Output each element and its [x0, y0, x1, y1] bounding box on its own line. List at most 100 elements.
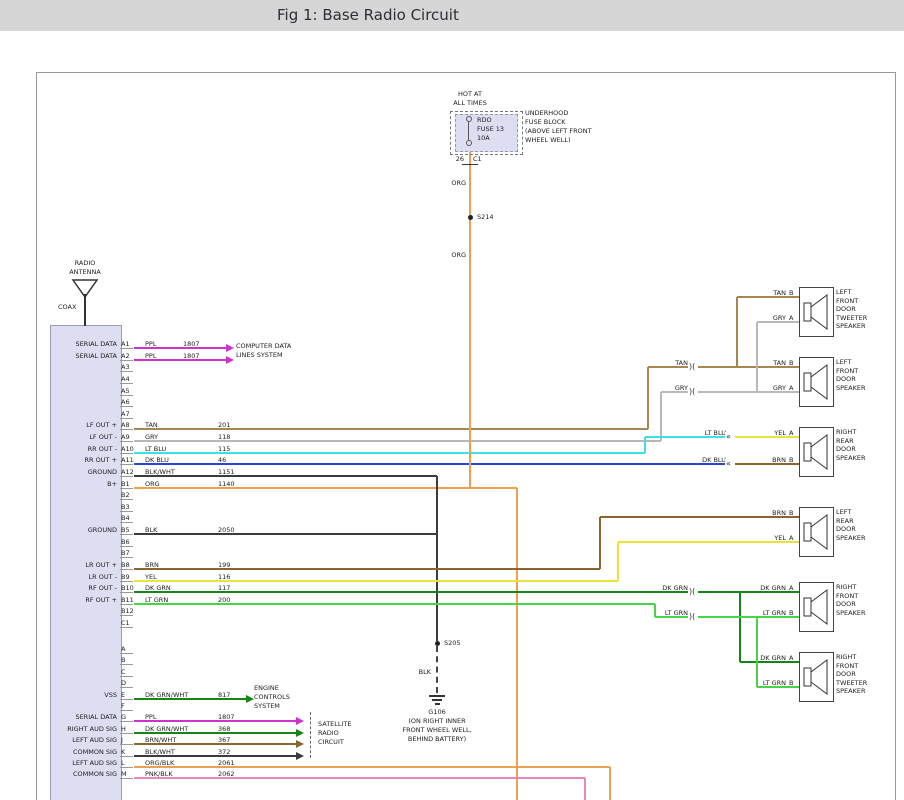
speaker-pin-label: B: [789, 456, 793, 465]
wire-segment: [584, 778, 586, 800]
wire-color-label: LT BLU: [682, 429, 726, 438]
wire-color-label: DK BLU: [682, 456, 726, 465]
wire-color-label: ORG: [436, 179, 466, 188]
pin-label: A1: [121, 340, 130, 349]
connector-left-label: LR OUT +: [36, 561, 117, 570]
destination-label: COMPUTER DATA: [236, 342, 291, 351]
coax-label: COAX: [58, 303, 76, 312]
splice-dot: [468, 215, 473, 220]
speaker-box: [799, 357, 834, 407]
wire-color-label: GRY: [746, 314, 786, 323]
speaker-name-line: REAR: [836, 437, 854, 446]
speaker-icon: [800, 653, 833, 701]
connector-left-label: SERIAL DATA: [36, 713, 117, 722]
speaker-icon: [800, 428, 833, 476]
speaker-name-line: DOOR: [836, 375, 856, 384]
wire-color-label: DK GRN: [644, 584, 688, 593]
connector-left-label: GROUND: [36, 468, 117, 477]
connector-left-label: SERIAL DATA: [36, 340, 117, 349]
pin-label: A8: [121, 421, 130, 430]
wire-color-label: BLK: [395, 668, 431, 677]
speaker-name-line: SPEAKER: [836, 687, 866, 696]
satellite-box-dashed-edge: [310, 712, 311, 758]
wire-color-label: ORG: [436, 251, 466, 260]
connector-left-label: B+: [36, 480, 117, 489]
speaker-name-line: TWEETER: [836, 679, 867, 688]
wire-segment: [436, 476, 438, 641]
wire-color-label: LT GRN: [746, 679, 786, 688]
pin-label: B12: [121, 607, 134, 616]
speaker-name-line: DOOR: [836, 445, 856, 454]
speaker-icon: [800, 508, 833, 556]
fuse-label: FUSE 13: [477, 125, 504, 134]
hot-at-all-times-label: HOT AT: [438, 90, 502, 99]
fuse-label: RDO: [477, 116, 492, 125]
speaker-name-line: FRONT: [836, 662, 858, 671]
wire-segment: [134, 603, 655, 605]
connector-left-label: RR OUT +: [36, 456, 117, 465]
pin-label: A3: [121, 363, 130, 372]
wire-color-label: GRY: [746, 384, 786, 393]
pin-label: H: [121, 725, 126, 734]
wire-segment: [756, 617, 758, 687]
speaker-name-line: DOOR: [836, 525, 856, 534]
speaker-name-line: LEFT: [836, 358, 851, 367]
wire-color-label: GRY: [644, 384, 688, 393]
wire-segment: [134, 743, 296, 745]
connector-left-label: LF OUT -: [36, 433, 117, 442]
hot-at-all-times-label: ALL TIMES: [438, 99, 502, 108]
wire-segment: [134, 347, 226, 349]
connector-left-label: LR OUT -: [36, 573, 117, 582]
fuse-connector-label: C1: [473, 155, 482, 164]
pin-label: A2: [121, 352, 130, 361]
antenna-label: ANTENNA: [55, 268, 115, 277]
speaker-pin-label: A: [789, 534, 793, 543]
speaker-name-line: SPEAKER: [836, 322, 866, 331]
destination-label: SYSTEM: [254, 702, 280, 711]
inline-connector-symbol: «: [725, 459, 732, 469]
connector-left-label: LEFT AUD SIG: [36, 759, 117, 768]
connector-left-label: RF OUT -: [36, 584, 117, 593]
connector-left-label: COMMON SIG: [36, 770, 117, 779]
fuse-label: 10A: [477, 134, 490, 143]
fuse-terminal-label: 26: [444, 155, 464, 164]
wire-segment: [134, 580, 618, 582]
speaker-box: [799, 652, 834, 702]
wire-segment: [739, 592, 741, 662]
arrowhead: [246, 695, 254, 703]
connector-left-label: RR OUT -: [36, 445, 117, 454]
speaker-pin-label: B: [789, 359, 793, 368]
pin-label: D: [121, 679, 126, 688]
fuse-location-label: UNDERHOOD: [525, 109, 568, 118]
speaker-name-line: RIGHT: [836, 428, 856, 437]
speaker-box: [799, 427, 834, 477]
wire-segment: [134, 732, 296, 734]
pin-label: C: [121, 668, 126, 677]
pin-label: A7: [121, 410, 130, 419]
pin-label: M: [121, 770, 127, 779]
wire-segment: [134, 440, 661, 442]
wire-segment: [599, 517, 601, 569]
speaker-name-line: SPEAKER: [836, 534, 866, 543]
antenna-label: RADIO: [55, 259, 115, 268]
wire-color-label: TAN: [746, 359, 786, 368]
pin-label: A: [121, 645, 125, 654]
speaker-name-line: LEFT: [836, 508, 851, 517]
speaker-name-line: RIGHT: [836, 653, 856, 662]
speaker-name-line: SPEAKER: [836, 609, 866, 618]
splice-dot: [435, 641, 440, 646]
pin-label: L: [121, 759, 125, 768]
pin-label: B11: [121, 596, 134, 605]
pin-label: B3: [121, 503, 130, 512]
pin-label: A9: [121, 433, 130, 442]
wire-segment: [134, 463, 728, 465]
pin-label: F: [121, 702, 125, 711]
pin-label: C1: [121, 619, 130, 628]
pin-label: A5: [121, 387, 130, 396]
wire-color-label: BRN: [746, 456, 786, 465]
wire-segment: [644, 437, 646, 453]
speaker-name-line: SPEAKER: [836, 384, 866, 393]
speaker-name-line: REAR: [836, 517, 854, 526]
speaker-pin-label: B: [789, 609, 793, 618]
wire-segment: [134, 766, 610, 768]
